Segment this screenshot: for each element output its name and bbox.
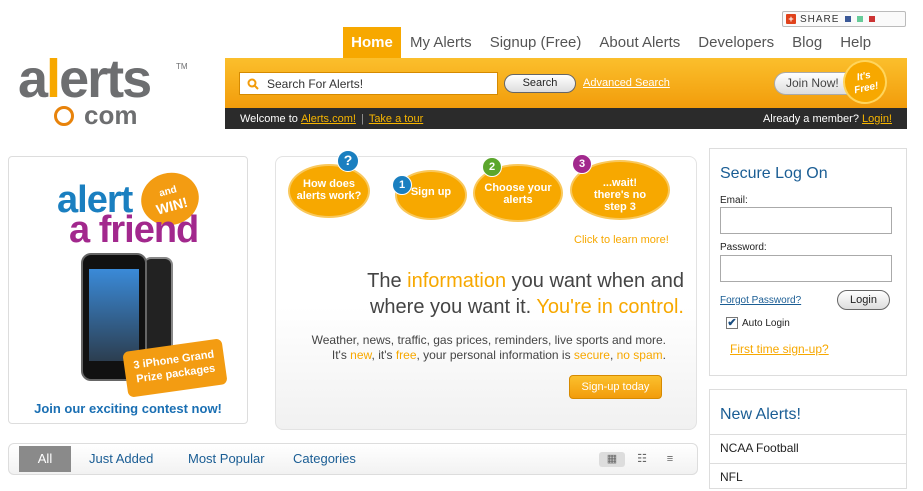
learn-more-link[interactable]: Click to learn more! <box>574 234 669 246</box>
step1-badge: 1 <box>392 175 412 195</box>
list-item[interactable]: NCAA Football <box>710 434 906 462</box>
clock-icon <box>54 106 74 126</box>
alerts-logo[interactable]: alerts com TM <box>18 52 198 132</box>
tab-just-added[interactable]: Just Added <box>89 444 153 474</box>
auto-login[interactable]: ✔ Auto Login <box>726 317 790 329</box>
member-text: Already a member? <box>762 112 859 125</box>
step2-badge: 2 <box>482 157 502 177</box>
contest-banner[interactable]: alert and WIN! a friend 3 iPhone Grand Pr… <box>8 156 248 424</box>
plus-icon: + <box>786 14 796 24</box>
share-label: SHARE <box>800 13 840 25</box>
headline: The information you want when and where … <box>367 270 684 318</box>
search-placeholder: Search For Alerts! <box>267 76 364 91</box>
tab-all[interactable]: All <box>19 446 71 472</box>
tab-home[interactable]: Home <box>343 27 401 58</box>
search-input[interactable]: Search For Alerts! <box>239 72 498 95</box>
welcome-bar: Welcome to Alerts.com! | Take a tour Alr… <box>225 108 907 129</box>
site-link[interactable]: Alerts.com! <box>301 113 356 125</box>
login-title: Secure Log On <box>720 165 828 182</box>
list-view-icon[interactable]: ≡ <box>657 452 683 467</box>
advanced-search-link[interactable]: Advanced Search <box>583 77 670 89</box>
login-panel: Secure Log On Email: Password: Forgot Pa… <box>709 148 907 376</box>
divider: | <box>360 112 364 125</box>
tab-signup[interactable]: Signup (Free) <box>481 27 591 58</box>
email-label: Email: <box>720 195 748 206</box>
forgot-password-link[interactable]: Forgot Password? <box>720 295 801 306</box>
email-field[interactable] <box>720 207 892 234</box>
new-alerts-title: New Alerts! <box>720 406 801 423</box>
tab-my-alerts[interactable]: My Alerts <box>401 27 481 58</box>
tab-developers[interactable]: Developers <box>689 27 783 58</box>
new-alerts-panel: New Alerts! NCAA Football NFL <box>709 389 907 489</box>
logo-wordmark: alerts <box>18 49 152 109</box>
search-button[interactable]: Search <box>504 74 576 93</box>
facebook-icon[interactable] <box>845 16 852 22</box>
bookmark-icon[interactable] <box>857 16 864 22</box>
share-button[interactable]: + SHARE <box>782 11 906 27</box>
list-item[interactable]: NFL <box>710 463 906 491</box>
auto-login-label: Auto Login <box>742 317 790 329</box>
login-button[interactable]: Login <box>837 290 890 310</box>
main-nav: Home My Alerts Signup (Free) About Alert… <box>343 27 880 58</box>
tab-most-popular[interactable]: Most Popular <box>188 444 265 474</box>
password-label: Password: <box>720 242 767 253</box>
logo-com: com <box>84 100 138 130</box>
welcome-text: Welcome to <box>240 112 298 125</box>
auto-login-checkbox[interactable]: ✔ <box>726 317 738 329</box>
list-detail-view-icon[interactable]: ☷ <box>629 452 655 467</box>
how-it-works-bubble[interactable]: How does alerts work? <box>288 164 370 218</box>
question-icon: ? <box>337 150 359 172</box>
search-icon <box>247 78 259 90</box>
tab-blog[interactable]: Blog <box>783 27 831 58</box>
take-tour-link[interactable]: Take a tour <box>369 113 423 125</box>
step3-badge: 3 <box>572 154 592 174</box>
tab-help[interactable]: Help <box>831 27 880 58</box>
trademark: TM <box>176 62 188 71</box>
tab-about-alerts[interactable]: About Alerts <box>590 27 689 58</box>
subheadline: Weather, news, traffic, gas prices, remi… <box>311 333 666 362</box>
contest-link[interactable]: Join our exciting contest now! <box>9 401 247 416</box>
grid-view-icon[interactable]: ▦ <box>599 452 625 467</box>
digg-icon[interactable] <box>869 16 876 22</box>
contest-friend-text: a friend <box>69 209 199 251</box>
category-tabs: All Just Added Most Popular Categories ▦… <box>8 443 698 475</box>
login-link[interactable]: Login! <box>862 113 892 125</box>
signup-today-button[interactable]: Sign-up today <box>569 375 662 399</box>
first-time-signup-link[interactable]: First time sign-up? <box>730 342 829 356</box>
tab-categories[interactable]: Categories <box>293 444 356 474</box>
password-field[interactable] <box>720 255 892 282</box>
